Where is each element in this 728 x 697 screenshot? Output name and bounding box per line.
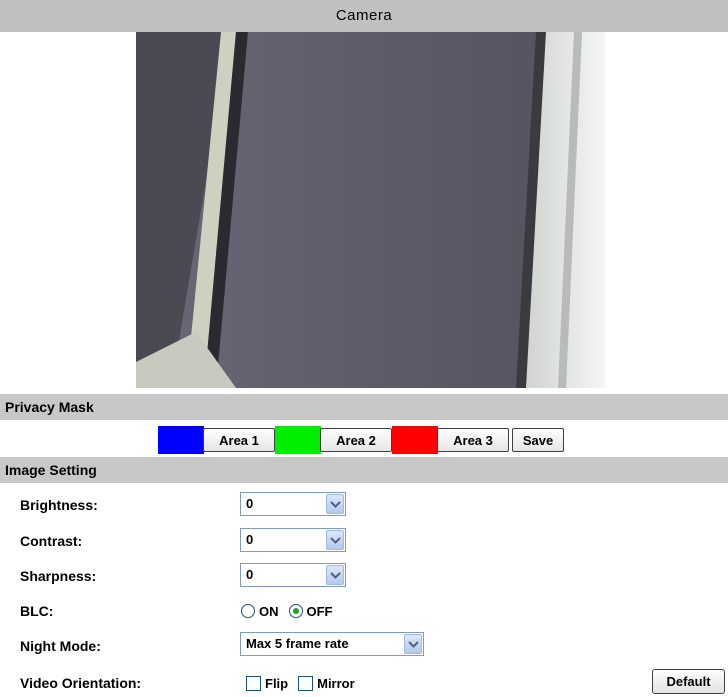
flip-label: Flip: [265, 675, 289, 691]
chevron-down-icon[interactable]: [404, 634, 422, 654]
save-button[interactable]: Save: [512, 428, 564, 452]
blc-off-radio[interactable]: [288, 604, 303, 618]
contrast-value: 0: [246, 532, 254, 547]
brightness-select[interactable]: 0: [240, 492, 346, 516]
camera-live-view: [136, 32, 605, 388]
page-title: Camera: [0, 0, 728, 32]
brightness-label: Brightness:: [20, 497, 98, 513]
chevron-down-icon[interactable]: [326, 565, 344, 585]
default-button[interactable]: Default: [652, 669, 725, 694]
night-mode-label: Night Mode:: [20, 638, 101, 654]
image-setting-header: Image Setting: [0, 457, 728, 483]
privacy-mask-header: Privacy Mask: [0, 394, 728, 420]
night-mode-value: Max 5 frame rate: [246, 636, 349, 651]
blc-on-radio[interactable]: [241, 604, 255, 618]
area-3-button[interactable]: Area 3: [437, 428, 509, 452]
flip-checkbox[interactable]: [246, 675, 261, 691]
chevron-down-icon[interactable]: [326, 494, 344, 514]
contrast-label: Contrast:: [20, 533, 83, 549]
video-orientation-label: Video Orientation:: [20, 675, 142, 691]
sharpness-select[interactable]: 0: [240, 563, 346, 587]
camera-image: [136, 32, 605, 388]
privacy-mask-controls: Area 1 Area 2 Area 3 Save: [158, 425, 564, 455]
blc-radio-group: ON OFF: [241, 598, 333, 624]
chevron-down-icon[interactable]: [326, 530, 344, 550]
blc-off-label: OFF: [306, 603, 333, 619]
brightness-value: 0: [246, 496, 254, 511]
sharpness-value: 0: [246, 567, 254, 582]
area-1-button[interactable]: Area 1: [203, 428, 275, 452]
area-2-button[interactable]: Area 2: [320, 428, 392, 452]
blc-on-label: ON: [259, 603, 279, 619]
area-2-color-swatch: [275, 426, 321, 454]
night-mode-select[interactable]: Max 5 frame rate: [240, 632, 424, 656]
blc-label: BLC:: [20, 603, 54, 619]
mirror-label: Mirror: [317, 675, 355, 691]
area-1-color-swatch: [158, 426, 204, 454]
area-3-color-swatch: [392, 426, 438, 454]
contrast-select[interactable]: 0: [240, 528, 346, 552]
sharpness-label: Sharpness:: [20, 568, 97, 584]
video-orientation-options: Flip Mirror: [246, 671, 355, 695]
mirror-checkbox[interactable]: [298, 675, 314, 691]
